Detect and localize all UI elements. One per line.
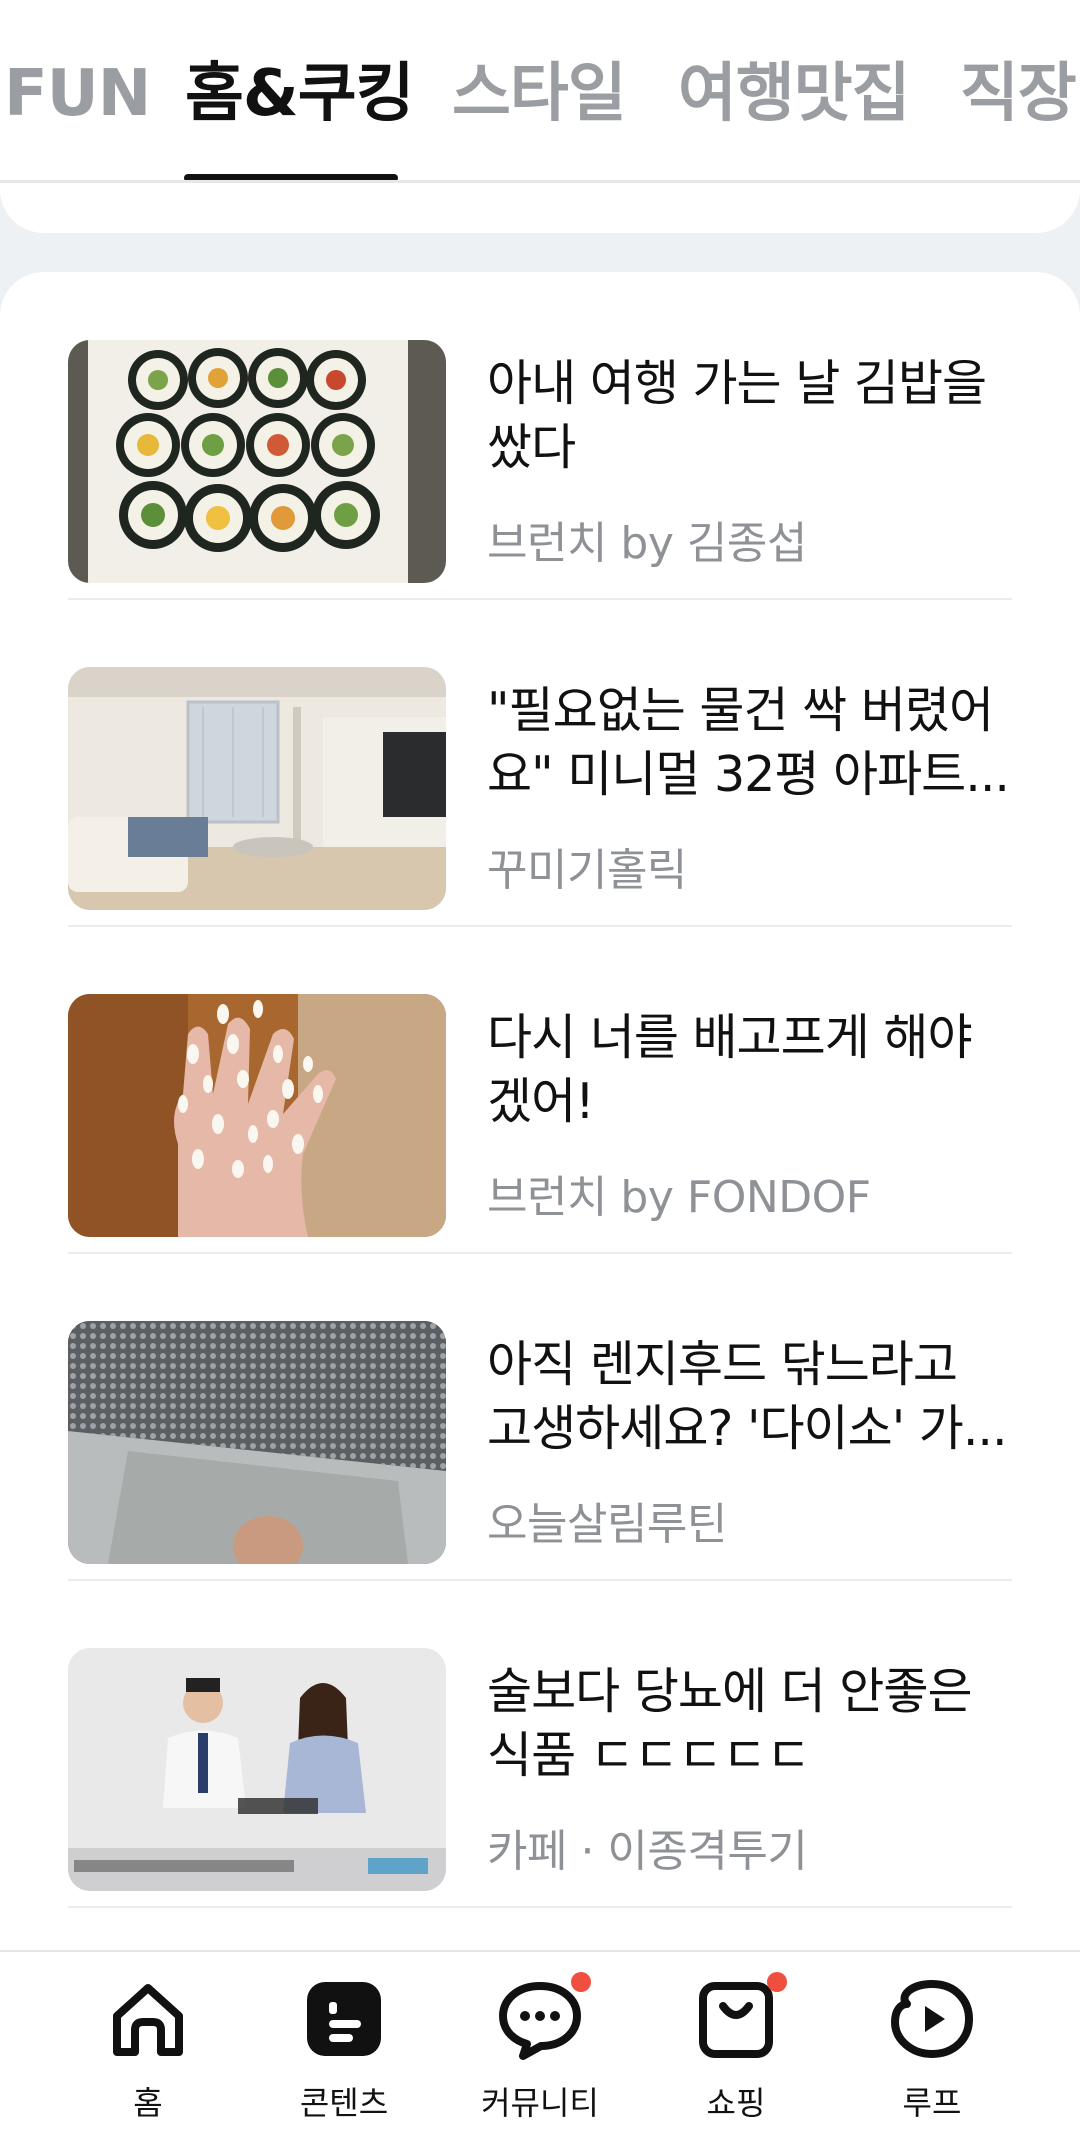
feed-item-source: 오늘살림루틴 bbox=[487, 1499, 727, 1550]
feed-item[interactable]: 다시 너를 배고프게 해야겠어! 브런치 by FONDOF bbox=[68, 926, 1012, 1254]
contents-icon bbox=[299, 1974, 389, 2064]
feed-item[interactable]: 아내 여행 가는 날 김밥을 쌌다 브런치 by 김종섭 bbox=[68, 272, 1012, 600]
nav-home-label: 홈 bbox=[133, 2084, 163, 2122]
chat-bubble-icon bbox=[495, 1972, 591, 2064]
shopping-bag-icon bbox=[691, 1972, 787, 2064]
feed-item-title[interactable]: 다시 너를 배고프게 해야겠어! bbox=[487, 1006, 1012, 1134]
kimbap-thumbnail[interactable] bbox=[68, 340, 446, 583]
doctors-video-thumbnail[interactable] bbox=[68, 1648, 446, 1891]
feed-card: 아내 여행 가는 날 김밥을 쌌다 브런치 by 김종섭 "필요없는 물건 싹 … bbox=[0, 272, 1080, 1972]
tab-fun[interactable]: FUN bbox=[4, 62, 151, 126]
feed-item-title[interactable]: 아내 여행 가는 날 김밥을 쌌다 bbox=[487, 352, 1012, 480]
nav-contents[interactable]: 콘텐츠 bbox=[274, 1974, 414, 2134]
feed-item-title[interactable]: 술보다 당뇨에 더 안좋은 식품 ㄷㄷㄷㄷㄷ bbox=[487, 1660, 1012, 1788]
divider bbox=[68, 1906, 1012, 1908]
feed-item-source: 브런치 by 김종섭 bbox=[487, 518, 807, 569]
notification-badge bbox=[571, 1972, 591, 1992]
feed-item[interactable]: 아직 렌지후드 닦느라고 고생하세요? '다이소' 가... 오늘살림루틴 bbox=[68, 1253, 1012, 1581]
feed-item-title[interactable]: "필요없는 물건 싹 버렸어요" 미니멀 32평 아파트... bbox=[487, 679, 1012, 807]
nav-home[interactable]: 홈 bbox=[78, 1974, 218, 2134]
bottom-navigation: 홈 콘텐츠 커뮤니티 쇼핑 루프 bbox=[0, 1950, 1080, 2140]
previous-card-edge bbox=[0, 183, 1080, 233]
tab-style[interactable]: 스타일 bbox=[452, 62, 627, 126]
tab-home-cooking[interactable]: 홈&쿠킹 bbox=[185, 62, 414, 126]
notification-badge bbox=[767, 1972, 787, 1992]
rice-hand-thumbnail[interactable] bbox=[68, 994, 446, 1237]
feed-item-source: 꾸미기홀릭 bbox=[487, 845, 687, 896]
nav-loop[interactable]: 루프 bbox=[862, 1974, 1002, 2134]
living-room-thumbnail[interactable] bbox=[68, 667, 446, 910]
active-tab-indicator bbox=[184, 174, 398, 180]
nav-community-label: 커뮤니티 bbox=[481, 2084, 599, 2122]
nav-shopping[interactable]: 쇼핑 bbox=[666, 1972, 806, 2134]
feed-item[interactable]: "필요없는 물건 싹 버렸어요" 미니멀 32평 아파트... 꾸미기홀릭 bbox=[68, 599, 1012, 927]
nav-community[interactable]: 커뮤니티 bbox=[470, 1972, 610, 2134]
home-icon bbox=[103, 1974, 193, 2064]
range-hood-filter-thumbnail[interactable] bbox=[68, 1321, 446, 1564]
feed-item-source: 브런치 by FONDOF bbox=[487, 1172, 871, 1223]
nav-loop-label: 루프 bbox=[902, 2084, 962, 2122]
feed-item-source: 카페 · 이종격투기 bbox=[487, 1826, 808, 1877]
loop-play-icon bbox=[887, 1974, 977, 2064]
feed-item-title[interactable]: 아직 렌지후드 닦느라고 고생하세요? '다이소' 가... bbox=[487, 1333, 1012, 1461]
tab-work[interactable]: 직장 bbox=[960, 62, 1077, 126]
nav-shopping-label: 쇼핑 bbox=[706, 2084, 766, 2122]
tab-travel-food[interactable]: 여행맛집 bbox=[678, 62, 911, 126]
nav-contents-label: 콘텐츠 bbox=[299, 2084, 389, 2122]
category-tab-bar: FUN 홈&쿠킹 스타일 여행맛집 직장 bbox=[0, 0, 1080, 183]
feed-item[interactable]: 술보다 당뇨에 더 안좋은 식품 ㄷㄷㄷㄷㄷ 카페 · 이종격투기 bbox=[68, 1580, 1012, 1908]
